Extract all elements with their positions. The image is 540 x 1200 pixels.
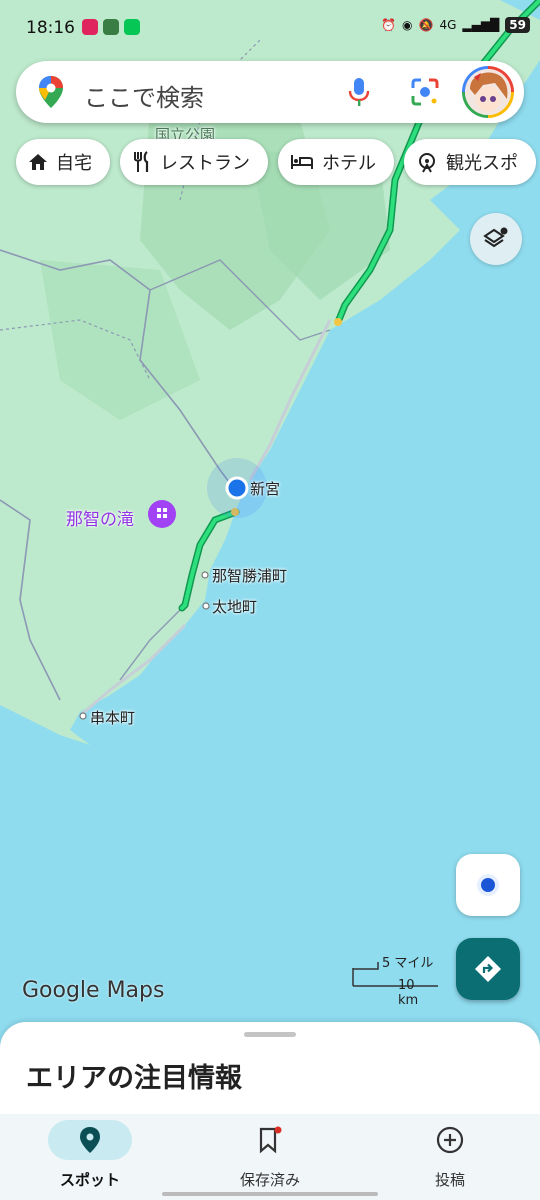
add-circle-icon xyxy=(436,1126,464,1154)
nav-icon-wrap xyxy=(228,1120,312,1160)
google-maps-logo: Google Maps xyxy=(22,978,165,1003)
status-bar: 18:16 ⏰ ◉ 🔕 4G ▂▄▆█ 59 xyxy=(0,0,540,56)
alarm-icon: ⏰ xyxy=(381,18,396,32)
chip-label: レストラン xyxy=(160,153,250,174)
chip-attractions[interactable]: 観光スポ xyxy=(404,139,536,185)
chip-restaurant[interactable]: レストラン xyxy=(120,139,268,185)
nav-label: スポット xyxy=(59,1171,120,1189)
avatar-image xyxy=(465,69,511,115)
place-label-nachi-falls[interactable]: 那智の滝 xyxy=(66,505,134,530)
sheet-drag-handle[interactable] xyxy=(244,1032,296,1037)
bookmark-icon xyxy=(259,1126,282,1154)
directions-button[interactable] xyxy=(456,938,520,1000)
layers-icon xyxy=(483,227,508,248)
map-scale: 5 マイル 10 km xyxy=(352,952,438,1008)
place-label-shingu[interactable]: 新宮 xyxy=(250,478,280,499)
chip-label: ホテル xyxy=(322,153,376,174)
nav-contribute[interactable]: 投稿 xyxy=(360,1114,540,1200)
avatar[interactable] xyxy=(462,66,514,118)
search-bar[interactable]: ここで検索 xyxy=(16,61,524,123)
chip-label: 自宅 xyxy=(56,153,92,174)
sheet-title: エリアの注目情報 xyxy=(26,1063,242,1094)
mute-icon: 🔕 xyxy=(418,18,434,32)
notification-icons xyxy=(82,19,140,35)
status-indicators: ⏰ ◉ 🔕 4G ▂▄▆█ 59 xyxy=(381,17,530,33)
chip-hotel[interactable]: ホテル xyxy=(278,139,394,185)
paypay-icon xyxy=(82,19,98,35)
nav-icon-wrap xyxy=(408,1120,492,1160)
directions-icon xyxy=(475,956,501,982)
scale-km: 10 km xyxy=(398,978,419,1008)
current-location-marker xyxy=(225,476,249,500)
nav-label: 保存済み xyxy=(239,1171,300,1189)
network-type: 4G xyxy=(439,18,457,32)
layers-button[interactable] xyxy=(470,213,522,265)
attraction-icon xyxy=(419,153,435,173)
line-icon xyxy=(124,19,140,35)
chip-label: 観光スポ xyxy=(446,153,518,174)
chip-home[interactable]: 自宅 xyxy=(16,139,110,185)
nav-label: 投稿 xyxy=(434,1171,465,1189)
place-label-kushimoto[interactable]: 串本町 xyxy=(90,707,135,728)
mic-icon[interactable] xyxy=(348,77,370,107)
poi-attraction-icon xyxy=(148,500,176,528)
search-input[interactable]: ここで検索 xyxy=(84,78,204,113)
status-time: 18:16 xyxy=(26,18,75,38)
home-icon xyxy=(29,154,47,170)
hotel-icon xyxy=(291,155,313,169)
place-label-taiji[interactable]: 太地町 xyxy=(212,596,257,617)
signal-icon: ▂▄▆█ xyxy=(462,18,500,32)
restaurant-icon xyxy=(134,151,149,172)
location-pin-icon xyxy=(80,1127,100,1153)
camera-lens-icon[interactable] xyxy=(410,77,440,107)
nav-active-pill xyxy=(48,1120,132,1160)
maps-pin-icon xyxy=(39,76,63,108)
battery-level: 59 xyxy=(505,17,530,33)
bottom-navigation: スポット 保存済み 投稿 xyxy=(0,1114,540,1200)
scale-miles: 5 マイル xyxy=(382,956,434,971)
category-chips: 自宅 レストラン ホテル 観光スポ xyxy=(16,139,536,185)
train-icon xyxy=(103,19,119,35)
gesture-bar[interactable] xyxy=(162,1192,378,1196)
location-status-icon: ◉ xyxy=(402,18,413,32)
place-label-nachikatsuura[interactable]: 那智勝浦町 xyxy=(212,565,287,586)
my-location-icon xyxy=(477,874,499,896)
nav-explore[interactable]: スポット xyxy=(0,1114,180,1200)
nav-saved[interactable]: 保存済み xyxy=(180,1114,360,1200)
my-location-button[interactable] xyxy=(456,854,520,916)
